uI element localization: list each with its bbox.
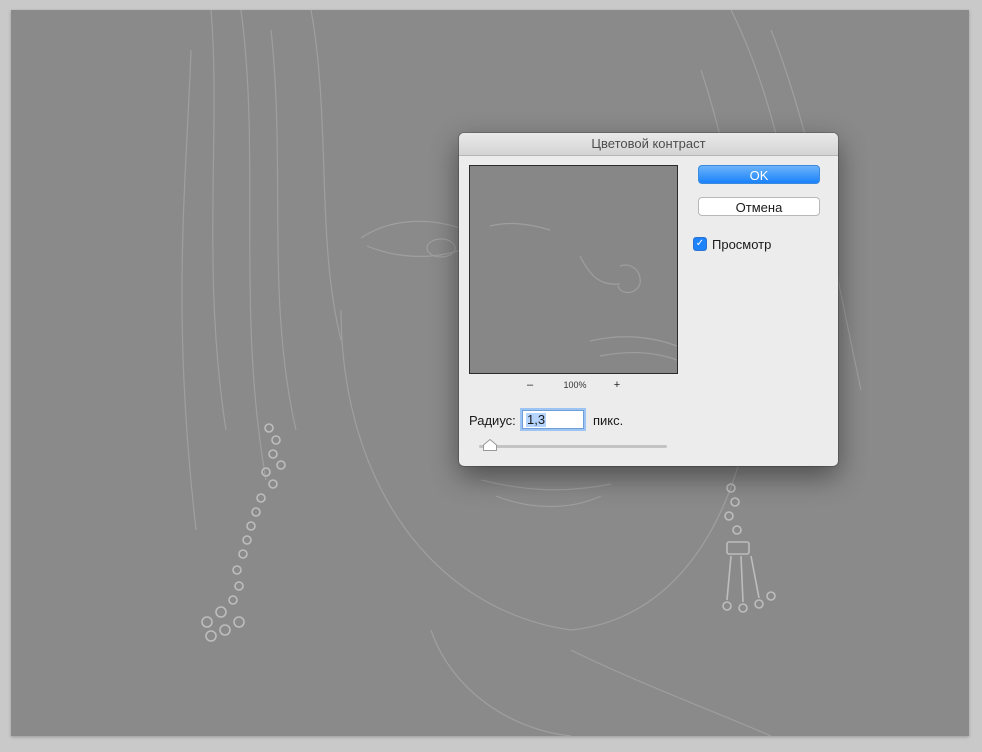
radius-slider-track[interactable] [479,445,667,448]
radius-label: Радиус: [469,413,516,428]
checkmark-icon: ✓ [695,238,705,249]
preview-image [489,222,677,361]
preview-thumbnail[interactable] [469,165,678,374]
radius-unit-label: пикс. [593,413,624,428]
zoom-out-button[interactable]: – [525,379,535,391]
ok-button[interactable]: OK [698,165,820,184]
dialog-title: Цветовой контраст [591,136,706,151]
zoom-in-button[interactable]: + [612,379,622,391]
radius-input[interactable] [522,410,584,429]
slider-thumb-icon[interactable] [483,439,498,451]
color-contrast-dialog: Цветовой контраст – 100% + OK Отмена ✓ П… [459,133,838,466]
preview-checkbox-row[interactable]: ✓ Просмотр [693,236,771,252]
cancel-button[interactable]: Отмена [698,197,820,216]
zoom-level: 100% [563,380,587,390]
preview-checkbox[interactable]: ✓ [693,237,707,251]
dialog-titlebar[interactable]: Цветовой контраст [459,133,838,156]
preview-checkbox-label: Просмотр [712,236,772,252]
